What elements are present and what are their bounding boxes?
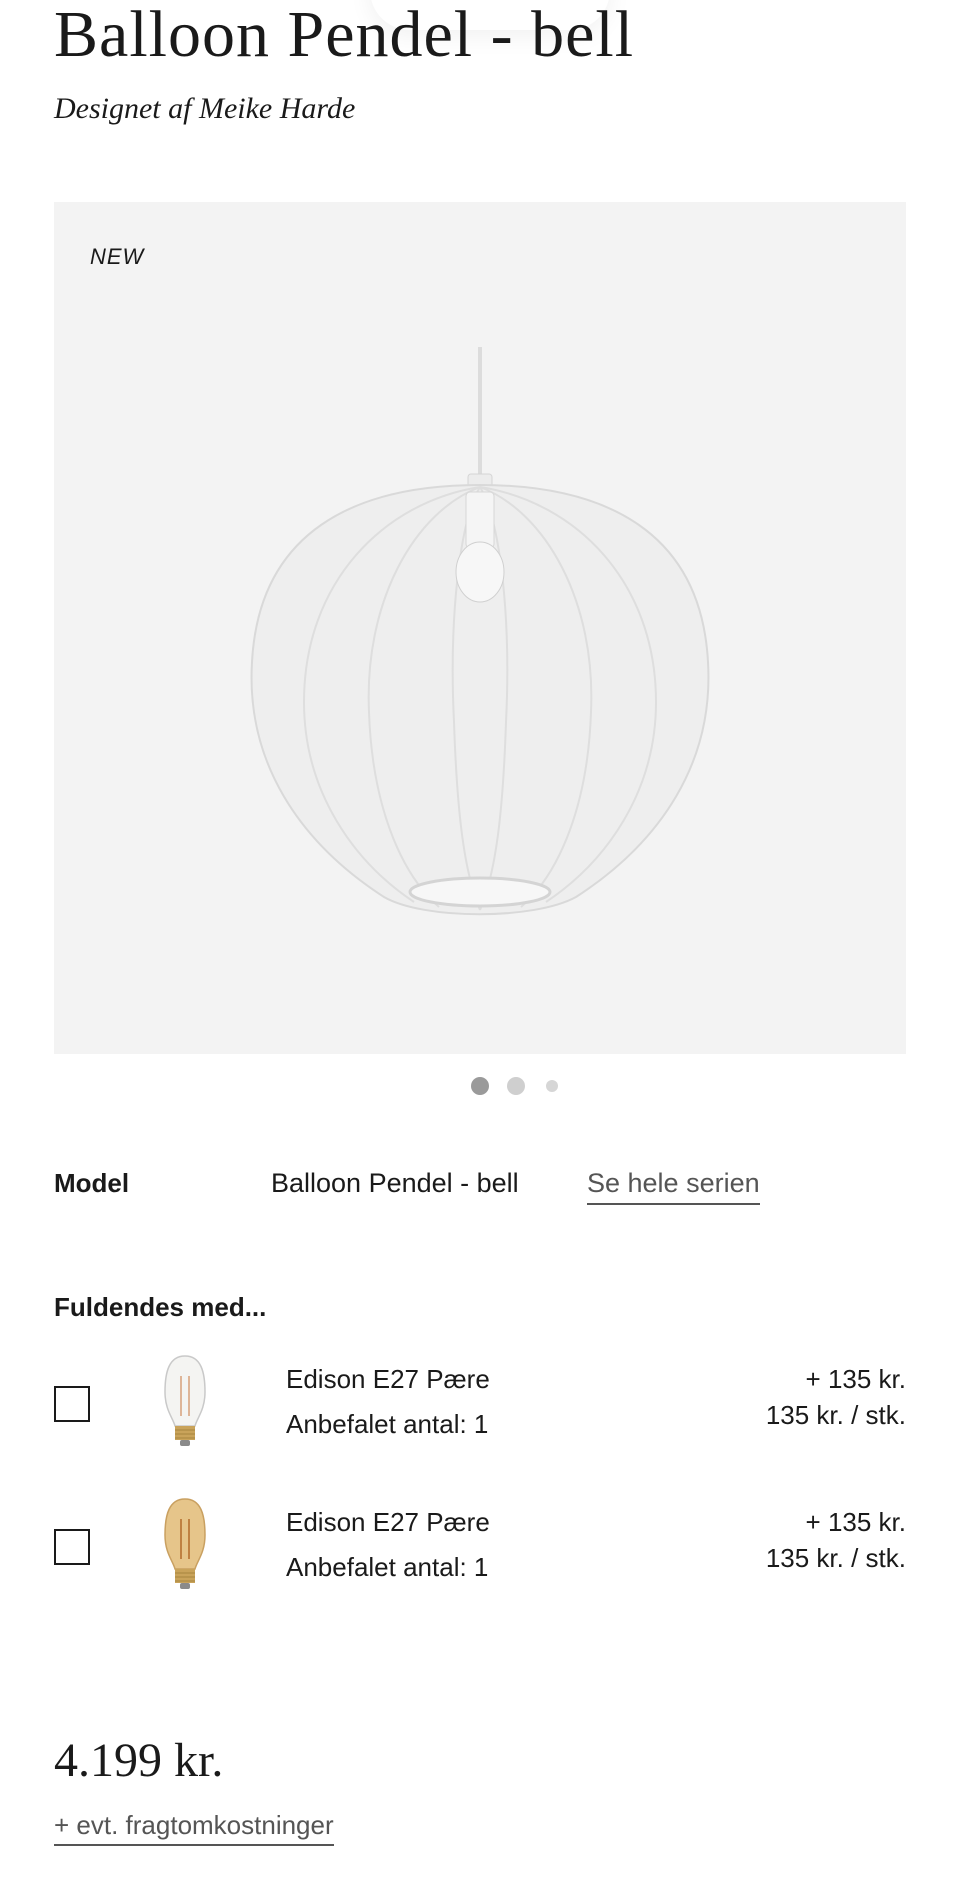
pendant-lamp-icon bbox=[250, 347, 710, 916]
product-title: Balloon Pendel - bell bbox=[54, 0, 635, 71]
addon-name: Edison E27 Pære bbox=[286, 1507, 490, 1537]
designer-credit: Designet af Meike Harde bbox=[54, 92, 356, 125]
clear-bulb-icon bbox=[164, 1355, 206, 1446]
addon-price: + 135 kr. bbox=[805, 1507, 906, 1537]
addon-price: + 135 kr. bbox=[805, 1364, 906, 1394]
addon-unit-price: 135 kr. / stk. bbox=[765, 1543, 906, 1573]
gallery-pagination bbox=[0, 1077, 960, 1097]
addon-unit-price: 135 kr. / stk. bbox=[765, 1400, 906, 1430]
amber-bulb-icon bbox=[164, 1498, 206, 1589]
pagination-dot[interactable] bbox=[507, 1077, 525, 1095]
addon-checkbox[interactable] bbox=[54, 1529, 90, 1565]
see-series-link[interactable]: Se hele serien bbox=[587, 1168, 760, 1205]
product-gallery[interactable]: NEW bbox=[54, 202, 906, 1054]
total-price: 4.199 kr. bbox=[54, 1734, 224, 1787]
addon-recommended-qty: Anbefalet antal: 1 bbox=[286, 1409, 489, 1439]
pagination-dot-active[interactable] bbox=[471, 1077, 489, 1095]
addon-recommended-qty: Anbefalet antal: 1 bbox=[286, 1552, 489, 1582]
model-value: Balloon Pendel - bell bbox=[271, 1168, 519, 1198]
model-label: Model bbox=[54, 1168, 130, 1198]
addons-heading: Fuldendes med... bbox=[54, 1292, 267, 1322]
addon-name: Edison E27 Pære bbox=[286, 1364, 490, 1394]
pagination-dot[interactable] bbox=[546, 1080, 558, 1092]
addon-item: Edison E27 Pære Anbefalet antal: 1 + 135… bbox=[0, 1495, 960, 1605]
shipping-costs-link[interactable]: + evt. fragtomkostninger bbox=[54, 1810, 334, 1846]
addon-item: Edison E27 Pære Anbefalet antal: 1 + 135… bbox=[0, 1352, 960, 1462]
addon-checkbox[interactable] bbox=[54, 1386, 90, 1422]
